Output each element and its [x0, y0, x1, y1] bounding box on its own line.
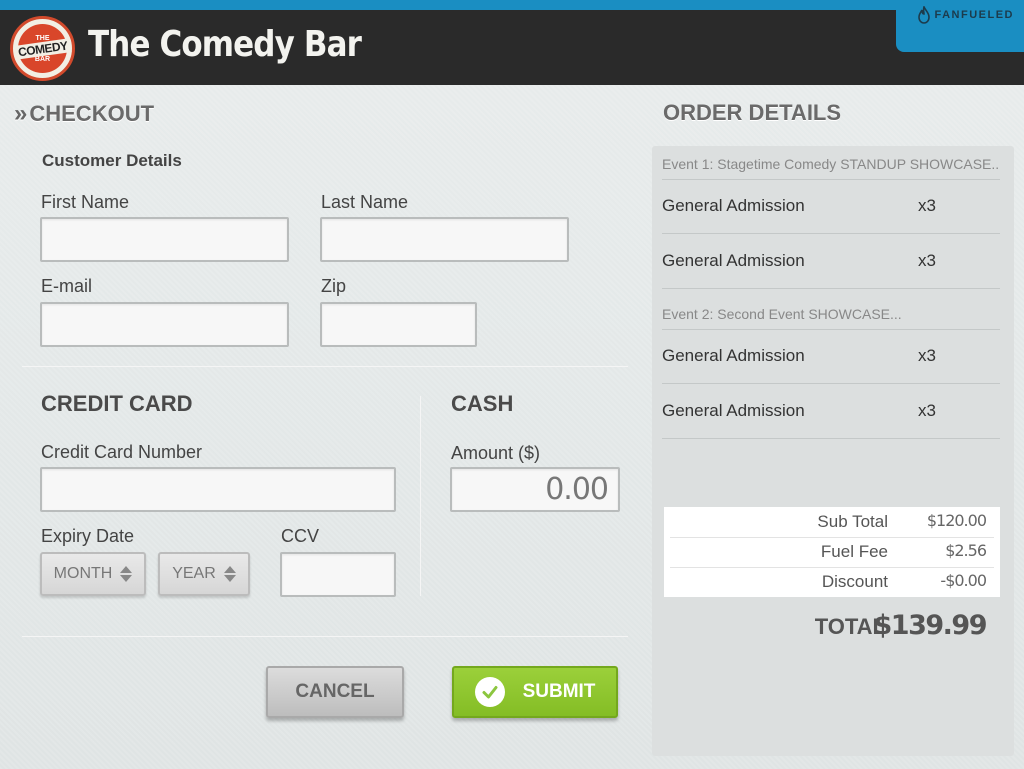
- email-label: E-mail: [41, 276, 93, 296]
- order-line-item: General Admission x3: [662, 234, 1000, 289]
- credit-card-heading: CREDIT CARD: [41, 391, 193, 416]
- last-name-label: Last Name: [321, 192, 409, 212]
- flame-icon: [917, 6, 930, 24]
- credit-card-number-input[interactable]: [40, 467, 396, 512]
- brand-logo: FANFUELED: [917, 6, 1015, 24]
- ccv-input[interactable]: [280, 552, 396, 597]
- ticket-qty: x3: [918, 251, 936, 270]
- order-line-item: General Admission x3: [662, 179, 1000, 234]
- discount-row: Discount -$0.00: [664, 567, 1000, 597]
- cancel-button[interactable]: CANCEL: [266, 666, 404, 718]
- ticket-qty: x3: [918, 346, 936, 365]
- payment-divider: [420, 396, 421, 596]
- credit-card-number-label: Credit Card Number: [41, 442, 203, 462]
- cash-heading: CASH: [451, 391, 514, 416]
- submit-button[interactable]: SUBMIT: [452, 666, 618, 718]
- section-divider: [22, 366, 628, 367]
- cash-amount-input[interactable]: [450, 467, 620, 512]
- order-line-item: General Admission x3: [662, 329, 1000, 384]
- expiry-year-label: YEAR: [172, 565, 216, 582]
- checkout-title-text: CHECKOUT: [29, 101, 155, 126]
- fee-row: Fuel Fee $2.56: [664, 537, 1000, 567]
- brand-tab: FANFUELED: [896, 0, 1024, 52]
- ticket-name: General Admission: [662, 346, 805, 365]
- submit-button-label: SUBMIT: [522, 681, 596, 702]
- ccv-label: CCV: [281, 526, 320, 546]
- discount-value: -$0.00: [940, 571, 987, 590]
- zip-input[interactable]: [320, 302, 477, 347]
- last-name-input[interactable]: [320, 217, 569, 262]
- double-chevron-icon: »: [14, 100, 28, 127]
- event-title: Event 2: Second Event SHOWCASE...: [662, 306, 1000, 330]
- discount-label: Discount: [821, 572, 888, 591]
- actions-divider: [22, 636, 628, 637]
- brand-name: FANFUELED: [934, 9, 1014, 21]
- ticket-name: General Admission: [662, 251, 805, 270]
- comedy-bar-logo: THE COMEDY BAR: [10, 16, 75, 81]
- order-line-item: General Admission x3: [662, 384, 1000, 439]
- subtotal-label: Sub Total: [817, 512, 888, 531]
- app-header: THE COMEDY BAR The Comedy Bar FANFUELED: [0, 0, 1024, 85]
- checkmark-icon: [474, 677, 505, 707]
- logo-text-middle: COMEDY: [13, 37, 72, 60]
- checkout-title: » CHECKOUT: [14, 100, 154, 128]
- zip-label: Zip: [321, 276, 347, 296]
- fee-label: Fuel Fee: [820, 542, 888, 561]
- ticket-name: General Admission: [662, 196, 805, 215]
- expiry-month-select[interactable]: MONTH: [40, 552, 146, 596]
- ticket-name: General Admission: [662, 401, 805, 420]
- ticket-qty: x3: [918, 196, 936, 215]
- email-input[interactable]: [40, 302, 289, 347]
- ticket-qty: x3: [918, 401, 936, 420]
- customer-details-heading: Customer Details: [42, 151, 182, 170]
- cash-amount-label: Amount ($): [451, 443, 541, 463]
- expiry-month-label: MONTH: [53, 565, 113, 582]
- updown-arrows-icon: [223, 566, 236, 582]
- expiry-date-label: Expiry Date: [41, 526, 135, 546]
- subtotal-value: $120.00: [926, 511, 987, 530]
- totals-box: Sub Total $120.00 Fuel Fee $2.56 Discoun…: [664, 507, 1000, 597]
- expiry-year-select[interactable]: YEAR: [158, 552, 250, 596]
- app-title: The Comedy Bar: [88, 24, 362, 65]
- event-title: Event 1: Stagetime Comedy STANDUP SHOWCA…: [662, 156, 1000, 180]
- subtotal-row: Sub Total $120.00: [664, 507, 1000, 537]
- first-name-label: First Name: [41, 192, 130, 212]
- order-details-title: ORDER DETAILS: [663, 100, 842, 125]
- total-value: $139.99: [873, 610, 988, 641]
- cancel-button-label: CANCEL: [295, 681, 375, 702]
- order-details-panel: Event 1: Stagetime Comedy STANDUP SHOWCA…: [652, 146, 1014, 756]
- updown-arrows-icon: [120, 566, 133, 582]
- fee-value: $2.56: [945, 541, 987, 560]
- first-name-input[interactable]: [40, 217, 289, 262]
